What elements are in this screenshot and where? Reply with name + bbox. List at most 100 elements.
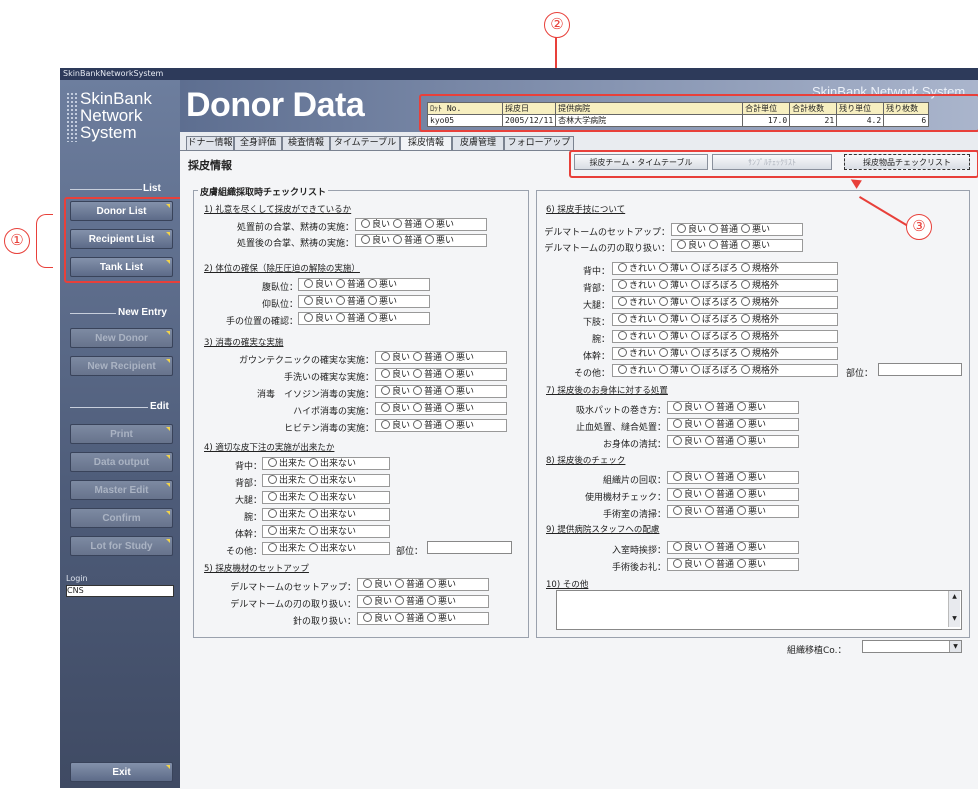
confirm-button[interactable]: Confirm [70, 508, 173, 528]
section-heading: 6) 採皮手技について [546, 205, 626, 215]
list-section-label: List [143, 183, 161, 194]
edit-section-label: Edit [150, 401, 169, 412]
field-label: 背中： [582, 267, 610, 277]
radio-group[interactable]: きれい 薄い ぼろぼろ 規格外 [612, 313, 838, 326]
field-label: 組織片の回収： [602, 476, 666, 486]
print-button[interactable]: Print [70, 424, 173, 444]
field-label: 手洗いの確実な実施： [283, 373, 374, 383]
radio-group[interactable]: きれい 薄い ぼろぼろ 規格外 [612, 330, 838, 343]
login-label: Login [66, 574, 88, 583]
radio-group[interactable]: 良い 普通 悪い [355, 218, 487, 231]
radio-group[interactable]: きれい 薄い ぼろぼろ 規格外 [612, 296, 838, 309]
tab-exam-info[interactable]: 検査情報 [282, 136, 330, 150]
radio-group[interactable]: 良い 普通 悪い [375, 351, 507, 364]
checklist-title: 皮膚組織採取時チェックリスト [198, 185, 329, 198]
callout-bracket-1 [36, 214, 53, 268]
notes-textarea[interactable] [556, 590, 962, 630]
transfer-select[interactable]: ▼ [862, 640, 962, 653]
field-label: 手の位置の確認： [225, 317, 298, 327]
field-label: 使用機材チェック： [584, 493, 666, 503]
radio-group[interactable]: 良い 普通 悪い [671, 239, 803, 252]
radio-group[interactable]: 出来た 出来ない [262, 457, 390, 470]
field-label: 手術後お礼： [611, 563, 666, 573]
radio-group[interactable]: 出来た 出来ない [262, 525, 390, 538]
radio-group[interactable]: 良い 普通 悪い [298, 278, 430, 291]
section-heading: 4) 適切な皮下注の実施が出来たか [204, 443, 335, 453]
radio-group[interactable]: 良い 普通 悪い [357, 612, 489, 625]
master-edit-button[interactable]: Master Edit [70, 480, 173, 500]
radio-group[interactable]: 良い 普通 悪い [375, 419, 507, 432]
radio-group[interactable]: 良い 普通 悪い [667, 401, 799, 414]
radio-group[interactable]: 良い 普通 悪い [667, 435, 799, 448]
field-label: 吸水パットの巻き方： [575, 406, 666, 416]
radio-group[interactable]: きれい 薄い ぼろぼろ 規格外 [612, 364, 838, 377]
field-label: 腕： [591, 335, 610, 345]
field-label: 腕： [243, 513, 262, 523]
radio-group[interactable]: 良い 普通 悪い [667, 418, 799, 431]
radio-group[interactable]: 良い 普通 悪い [375, 368, 507, 381]
field-label: 消毒 イソジン消毒の実施： [256, 390, 374, 400]
radio-group[interactable]: 良い 普通 悪い [298, 295, 430, 308]
field-label: デルマトームのセットアップ： [230, 583, 356, 593]
radio-group[interactable]: 良い 普通 悪い [667, 488, 799, 501]
app-logo: SkinBank Network System [80, 90, 152, 141]
field-label: 入室時挨拶： [611, 546, 666, 556]
scroll-up-icon: ▲ [952, 593, 957, 600]
field-label: 大腿： [582, 301, 610, 311]
field-label: ハイポ消毒の実施： [293, 407, 374, 417]
tab-harvest-info[interactable]: 採皮情報 [400, 136, 452, 151]
radio-group[interactable]: きれい 薄い ぼろぼろ 規格外 [612, 347, 838, 360]
radio-group[interactable]: 良い 普通 悪い [667, 471, 799, 484]
callout-box-3 [569, 150, 978, 178]
radio-group[interactable]: 良い 普通 悪い [355, 234, 487, 247]
tab-follow-up[interactable]: フォローアップ [504, 136, 574, 150]
field-label: 止血処置、縫合処置： [575, 423, 666, 433]
section-heading: 9) 提供病院スタッフへの配慮 [546, 525, 660, 535]
page-title: 採皮情報 [188, 159, 232, 172]
radio-group[interactable]: 出来た 出来ない [262, 474, 390, 487]
new-donor-button[interactable]: New Donor [70, 328, 173, 348]
lot-for-study-button[interactable]: Lot for Study [70, 536, 173, 556]
radio-group[interactable]: 良い 普通 悪い [671, 223, 803, 236]
tab-donor-info[interactable]: ドナー情報 [186, 136, 234, 150]
new-recipient-button[interactable]: New Recipient [70, 356, 173, 376]
logo-line: System [80, 123, 137, 142]
field-label: その他： [573, 369, 610, 379]
logo-dots-icon [66, 92, 78, 142]
logo-line: Network [80, 106, 143, 125]
field-label: 大腿： [234, 496, 262, 506]
radio-group[interactable]: 出来た 出来ない [262, 491, 390, 504]
section-heading: 3) 消毒の確実な実施 [204, 338, 284, 348]
radio-group[interactable]: 良い 普通 悪い [667, 541, 799, 554]
radio-group[interactable]: 出来た 出来ない [262, 508, 390, 521]
radio-group[interactable]: 良い 普通 悪い [667, 505, 799, 518]
tab-skin-management[interactable]: 皮膚管理 [452, 136, 504, 150]
chevron-down-icon: ▼ [949, 641, 961, 652]
data-output-button[interactable]: Data output [70, 452, 173, 472]
radio-group[interactable]: 良い 普通 悪い [298, 312, 430, 325]
radio-group[interactable]: きれい 薄い ぼろぼろ 規格外 [612, 279, 838, 292]
field-label: デルマトームの刃の取り扱い： [230, 600, 356, 610]
transfer-label: 組織移植Co.： [787, 646, 847, 656]
radio-group[interactable]: 良い 普通 悪い [667, 558, 799, 571]
radio-group[interactable]: 良い 普通 悪い [375, 385, 507, 398]
field-label: 手術室の清掃： [602, 510, 666, 520]
callout-box-1 [64, 197, 183, 283]
site-input[interactable] [427, 541, 512, 554]
exit-button[interactable]: Exit [70, 762, 173, 782]
field-label: 下肢： [582, 318, 610, 328]
callout-2: ② [544, 12, 570, 38]
site-label: 部位： [396, 547, 424, 557]
radio-group[interactable]: 出来た 出来ない [262, 542, 390, 555]
tab-timetable[interactable]: タイムテーブル [330, 136, 400, 150]
radio-group[interactable]: きれい 薄い ぼろぼろ 規格外 [612, 262, 838, 275]
notes-scrollbar[interactable]: ▲ ▼ [948, 591, 960, 627]
radio-group[interactable]: 良い 普通 悪い [357, 578, 489, 591]
tab-general-eval[interactable]: 全身評価 [234, 136, 282, 150]
field-label: ヒビテン消毒の実施： [283, 424, 374, 434]
radio-group[interactable]: 良い 普通 悪い [357, 595, 489, 608]
field-label: 体幹： [234, 530, 262, 540]
scroll-down-icon: ▼ [952, 615, 957, 622]
site-input[interactable] [878, 363, 962, 376]
radio-group[interactable]: 良い 普通 悪い [375, 402, 507, 415]
